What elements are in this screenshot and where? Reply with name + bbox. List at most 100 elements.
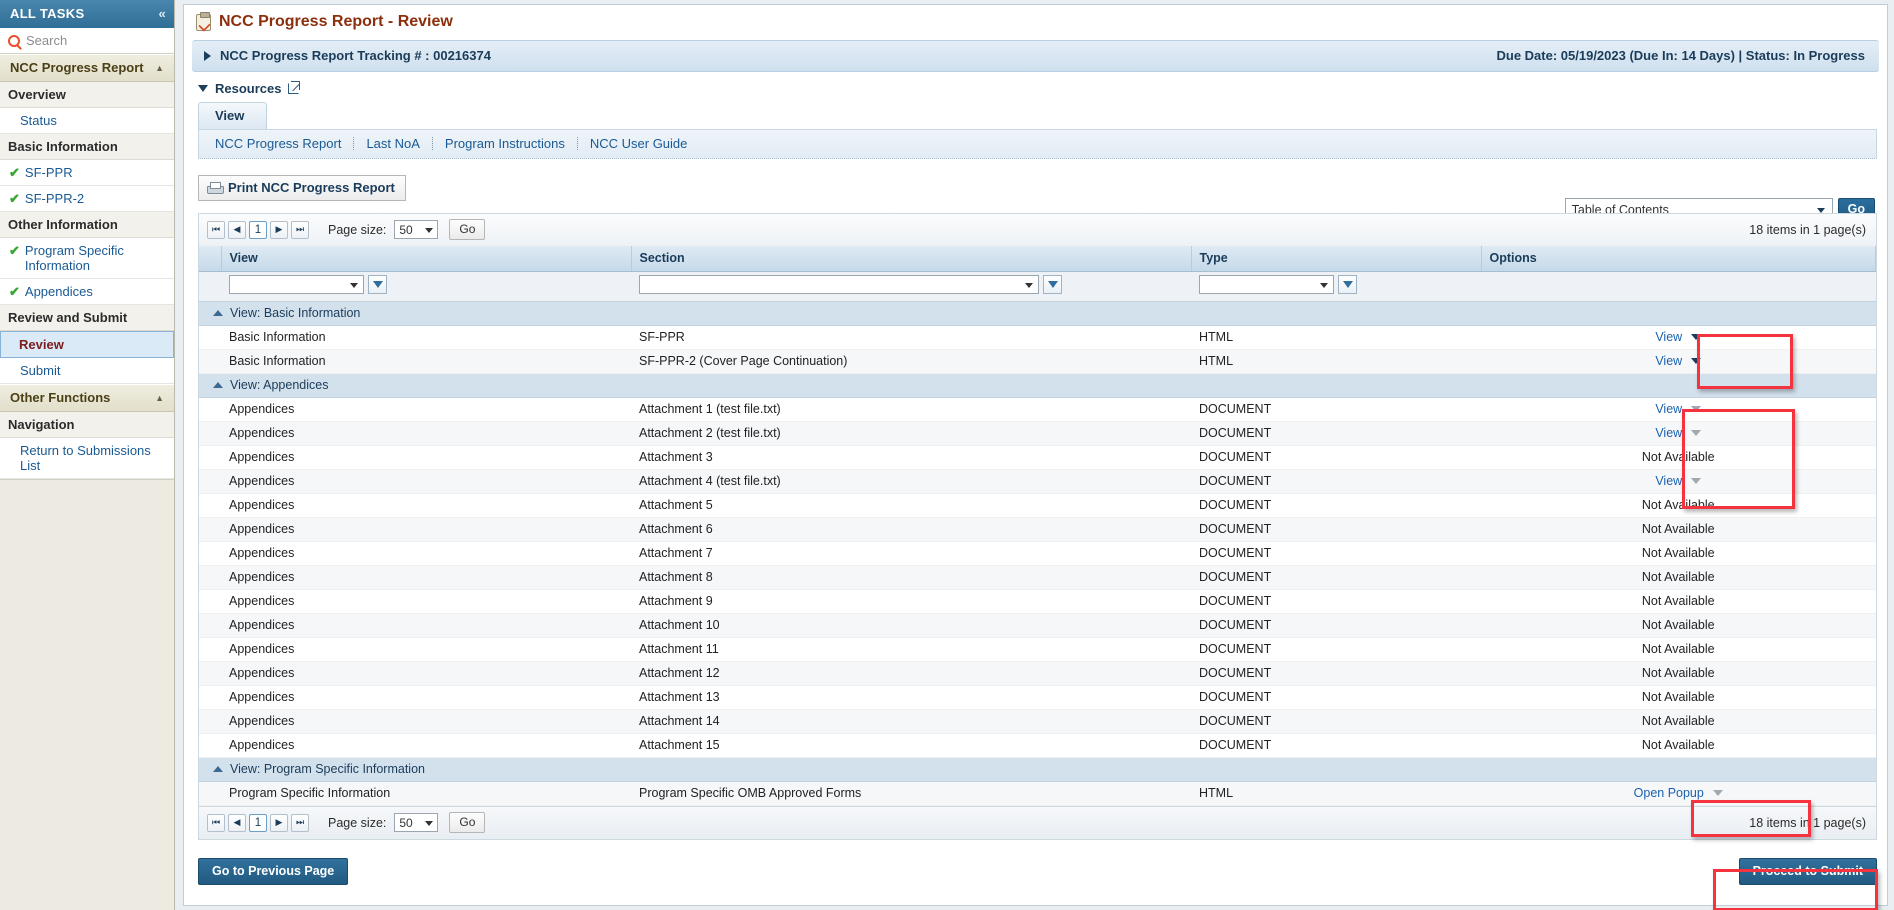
sidebar-item-sf-ppr[interactable]: ✔ SF-PPR bbox=[0, 160, 174, 186]
pager-prev-button[interactable]: ◀ bbox=[228, 220, 246, 239]
cell-section: Attachment 11 bbox=[631, 637, 1191, 662]
cell-view: Basic Information bbox=[221, 349, 631, 374]
page-size-select[interactable]: 50 bbox=[394, 220, 439, 239]
pager-last-button[interactable]: ⏭ bbox=[291, 220, 309, 239]
funnel-icon bbox=[372, 281, 383, 288]
cell-type: DOCUMENT bbox=[1191, 517, 1481, 542]
filter-funnel-view[interactable] bbox=[368, 275, 387, 294]
cell-options: Not Available bbox=[1481, 709, 1876, 734]
option-view-link[interactable]: View bbox=[1655, 426, 1702, 440]
sidebar-item-return-to-submissions-list[interactable]: Return to Submissions List bbox=[0, 438, 174, 479]
cell-type: DOCUMENT bbox=[1191, 685, 1481, 710]
pager-first-button[interactable]: ⏮ bbox=[207, 220, 225, 239]
option-open-popup-link[interactable]: Open Popup bbox=[1634, 786, 1723, 800]
sidebar-item-status[interactable]: Status bbox=[0, 108, 174, 134]
table-filter-row bbox=[199, 271, 1876, 302]
option-view-link[interactable]: View bbox=[1655, 474, 1702, 488]
triangle-down-icon[interactable] bbox=[198, 85, 208, 92]
filter-input-section[interactable] bbox=[639, 275, 1039, 294]
sidebar-item-program-specific-information[interactable]: ✔ Program Specific Information bbox=[0, 238, 174, 279]
row-handle-cell bbox=[199, 685, 221, 710]
resource-link-ncc-user-guide[interactable]: NCC User Guide bbox=[578, 136, 700, 151]
cell-view: Program Specific Information bbox=[221, 781, 631, 806]
chevron-down-icon[interactable] bbox=[1712, 790, 1723, 796]
row-handle-cell bbox=[199, 565, 221, 590]
triangle-up-icon[interactable] bbox=[213, 766, 223, 772]
column-header-section[interactable]: Section bbox=[631, 246, 1192, 272]
pager-next-button-bottom[interactable]: ▶ bbox=[270, 813, 288, 832]
filter-input-type[interactable] bbox=[1199, 275, 1334, 294]
sidebar-section-navigation: Navigation bbox=[0, 412, 174, 438]
footer-actions: Go to Previous Page Proceed to Submit bbox=[198, 858, 1877, 885]
pager-last-button-bottom[interactable]: ⏭ bbox=[291, 813, 309, 832]
row-handle-cell bbox=[199, 709, 221, 734]
resource-link-last-noa[interactable]: Last NoA bbox=[354, 136, 431, 151]
tab-view[interactable]: View bbox=[198, 102, 268, 129]
filter-funnel-section[interactable] bbox=[1043, 275, 1062, 294]
triangle-up-icon[interactable] bbox=[213, 382, 223, 388]
option-view-link[interactable]: View bbox=[1655, 330, 1702, 344]
cell-section: Attachment 13 bbox=[631, 685, 1191, 710]
items-count-top: 18 items in 1 page(s) bbox=[1749, 222, 1866, 237]
group-row-label: View: Program Specific Information bbox=[230, 762, 425, 776]
sidebar-group-ncc-progress-report[interactable]: NCC Progress Report ▲ bbox=[0, 54, 174, 82]
pager-first-button-bottom[interactable]: ⏮ bbox=[207, 813, 225, 832]
column-header-view[interactable]: View bbox=[221, 246, 632, 272]
cell-view: Basic Information bbox=[221, 325, 631, 350]
sidebar-item-review[interactable]: Review bbox=[0, 331, 174, 358]
triangle-right-icon[interactable] bbox=[204, 50, 211, 61]
filter-funnel-type[interactable] bbox=[1338, 275, 1357, 294]
cell-options: View bbox=[1481, 469, 1876, 494]
pager-go-button-bottom[interactable]: Go bbox=[449, 812, 486, 833]
chevron-down-icon[interactable] bbox=[1691, 406, 1702, 412]
pager-page-number[interactable]: 1 bbox=[249, 220, 267, 239]
sidebar-item-label: SF-PPR bbox=[24, 165, 73, 180]
chevron-down-icon[interactable] bbox=[1691, 478, 1702, 484]
chevron-down-icon[interactable] bbox=[1691, 334, 1702, 340]
triangle-up-icon[interactable] bbox=[213, 310, 223, 316]
chevron-down-icon[interactable] bbox=[1691, 358, 1702, 364]
sidebar-item-submit[interactable]: Submit bbox=[0, 358, 174, 384]
option-view-link[interactable]: View bbox=[1655, 402, 1702, 416]
pager-next-button[interactable]: ▶ bbox=[270, 220, 288, 239]
cell-type: DOCUMENT bbox=[1191, 397, 1481, 422]
cell-type: DOCUMENT bbox=[1191, 733, 1481, 758]
external-link-icon[interactable] bbox=[288, 81, 301, 94]
column-header-type[interactable]: Type bbox=[1191, 246, 1482, 272]
row-handle-cell bbox=[199, 541, 221, 566]
option-not-available-label: Not Available bbox=[1641, 594, 1715, 608]
chevron-down-icon[interactable] bbox=[1691, 430, 1702, 436]
chevron-down-icon bbox=[425, 821, 434, 826]
option-view-link[interactable]: View bbox=[1655, 354, 1702, 368]
sidebar-group-other-functions[interactable]: Other Functions ▲ bbox=[0, 384, 174, 412]
cell-options: Not Available bbox=[1481, 445, 1876, 470]
sidebar-header: ALL TASKS « bbox=[0, 0, 174, 28]
filter-cell-options bbox=[1481, 271, 1876, 302]
sidebar-section-overview: Overview bbox=[0, 82, 174, 108]
table-row: Appendices Attachment 6 DOCUMENT Not Availa… bbox=[199, 517, 1876, 542]
resource-link-program-instructions[interactable]: Program Instructions bbox=[433, 136, 577, 151]
cell-options: Not Available bbox=[1481, 613, 1876, 638]
double-chevron-left-icon[interactable]: « bbox=[158, 6, 166, 21]
proceed-to-submit-button[interactable]: Proceed to Submit bbox=[1738, 858, 1877, 885]
cell-type: DOCUMENT bbox=[1191, 469, 1481, 494]
cell-options: Open Popup bbox=[1481, 781, 1876, 806]
cell-section: Attachment 7 bbox=[631, 541, 1191, 566]
checkmark-icon: ✔ bbox=[9, 243, 20, 258]
column-header-options[interactable]: Options bbox=[1481, 246, 1876, 272]
table-row: Appendices Attachment 1 (test file.txt) DO… bbox=[199, 397, 1876, 422]
print-ncc-progress-report-button[interactable]: Print NCC Progress Report bbox=[198, 175, 406, 201]
pager-prev-button-bottom[interactable]: ◀ bbox=[228, 813, 246, 832]
sidebar-item-appendices[interactable]: ✔ Appendices bbox=[0, 279, 174, 305]
chevron-up-icon: ▲ bbox=[155, 62, 164, 73]
sidebar-item-sf-ppr-2[interactable]: ✔ SF-PPR-2 bbox=[0, 186, 174, 212]
search-input[interactable]: Search bbox=[0, 28, 174, 54]
go-to-previous-page-button[interactable]: Go to Previous Page bbox=[198, 858, 349, 885]
resource-link-ncc-progress-report[interactable]: NCC Progress Report bbox=[215, 136, 353, 151]
filter-input-view[interactable] bbox=[229, 275, 364, 294]
cell-view: Appendices bbox=[221, 517, 631, 542]
pager-page-number-bottom[interactable]: 1 bbox=[249, 813, 267, 832]
page-size-select-bottom[interactable]: 50 bbox=[394, 813, 439, 832]
pager-go-button[interactable]: Go bbox=[449, 219, 486, 240]
option-link-label: View bbox=[1655, 402, 1683, 416]
